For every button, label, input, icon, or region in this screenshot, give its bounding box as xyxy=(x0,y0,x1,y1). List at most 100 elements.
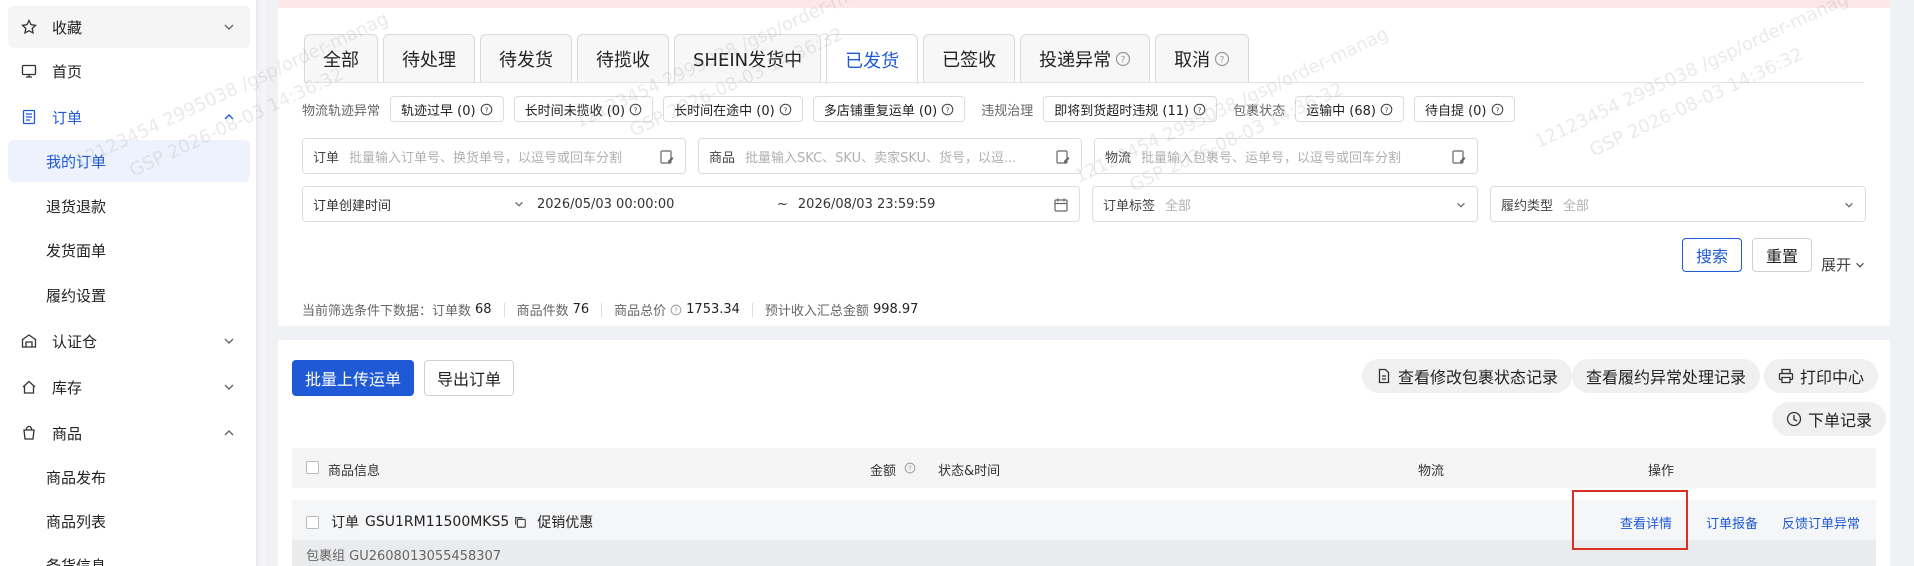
tab-label: 待处理 xyxy=(402,49,456,71)
chip-awaiting-pickup[interactable]: 待自提 (0)? xyxy=(1413,96,1515,122)
tab-cancelled[interactable]: 取消 ? xyxy=(1155,34,1250,82)
select-value: 全部 xyxy=(1165,198,1192,214)
sidebar-label: 首页 xyxy=(52,62,83,81)
select-all-checkbox[interactable] xyxy=(306,461,319,474)
date-range-picker[interactable]: 订单创建时间 2026/05/03 00:00:00 ~ 2026/08/03 … xyxy=(302,186,1080,222)
order-record-button[interactable]: 下单记录 xyxy=(1772,402,1887,436)
star-icon xyxy=(20,18,38,36)
chip-in-transit[interactable]: 运输中 (68)? xyxy=(1295,96,1404,122)
stats-orders-label: 订单数 xyxy=(432,304,472,319)
order-search-input[interactable]: 订单 批量输入订单号、换货单号，以逗号或回车分割 xyxy=(302,138,686,174)
button-label: 查看修改包裹状态记录 xyxy=(1398,368,1559,387)
sidebar-item-product-publish[interactable]: 商品发布 xyxy=(8,456,250,498)
sidebar-item-product-list[interactable]: 商品列表 xyxy=(8,500,250,542)
button-label: 重置 xyxy=(1765,247,1798,266)
select-value: 全部 xyxy=(1563,198,1590,214)
svg-text:?: ? xyxy=(946,105,950,114)
expand-filters-toggle[interactable]: 展开 xyxy=(1821,254,1866,275)
chevron-up-icon xyxy=(224,114,234,120)
tab-signed[interactable]: 已签收 xyxy=(923,34,1016,82)
sidebar-item-inventory[interactable]: 库存 xyxy=(8,366,250,408)
svg-text:?: ? xyxy=(1121,55,1126,65)
status-tabs: 全部 待处理 待发货 待揽收 SHEIN发货中 已发货 已签收 投递异常 ? 取… xyxy=(304,34,1254,84)
exception-log-button[interactable]: 查看履约异常处理记录 xyxy=(1572,359,1761,393)
help-icon: ? xyxy=(1215,51,1230,66)
batch-edit-icon[interactable] xyxy=(659,149,675,165)
violation-filter-label: 违规治理 xyxy=(981,103,1034,119)
tab-divider xyxy=(304,82,1864,83)
order-report-link[interactable]: 订单报备 xyxy=(1706,513,1758,532)
batch-upload-waybill-button[interactable]: 批量上传运单 xyxy=(292,360,414,396)
tab-label: 全部 xyxy=(323,49,359,71)
sidebar-item-my-orders[interactable]: 我的订单 xyxy=(8,140,250,182)
chevron-down-icon xyxy=(1856,262,1864,268)
date-start[interactable]: 2026/05/03 00:00:00 xyxy=(537,197,777,212)
help-icon: ? xyxy=(779,103,792,115)
sidebar-item-favorites[interactable]: 收藏 xyxy=(8,6,250,48)
tab-pending[interactable]: 待处理 xyxy=(383,34,475,82)
divider xyxy=(503,302,505,317)
sidebar-item-returns[interactable]: 退货退款 xyxy=(8,185,250,227)
sidebar-item-home[interactable]: 首页 xyxy=(8,50,250,92)
tab-label: 待发货 xyxy=(499,49,553,71)
sidebar: 收藏 首页 订单 我的订单 退货退款 发货面单 履约设置 认证仓 库存 商品 商… xyxy=(0,0,257,566)
print-center-button[interactable]: 打印中心 xyxy=(1764,359,1879,393)
copy-icon[interactable] xyxy=(513,515,527,529)
chip-long-transit[interactable]: 长时间在途中 (0)? xyxy=(663,96,803,122)
svg-text:?: ? xyxy=(783,105,787,114)
report-exception-link[interactable]: 反馈订单异常 xyxy=(1782,513,1860,532)
chip-not-picked-up[interactable]: 长时间未揽收 (0)? xyxy=(513,96,654,122)
date-end[interactable]: 2026/08/03 23:59:59 xyxy=(798,197,935,212)
tab-shein-shipping[interactable]: SHEIN发货中 xyxy=(674,34,822,82)
tab-shipped[interactable]: 已发货 xyxy=(826,34,919,84)
chevron-down-icon xyxy=(224,338,234,344)
tab-label: 已签收 xyxy=(942,49,997,71)
order-tag-select[interactable]: 订单标签 全部 xyxy=(1092,186,1478,222)
sidebar-item-products[interactable]: 商品 xyxy=(8,412,250,454)
goods-search-input[interactable]: 商品 批量输入SKC、SKU、卖家SKU、货号，以逗... xyxy=(698,138,1082,174)
date-type-select[interactable]: 订单创建时间 xyxy=(313,195,513,214)
help-icon: ? xyxy=(1491,103,1503,115)
fulfillment-type-select[interactable]: 履约类型 全部 xyxy=(1490,186,1866,222)
printer-icon xyxy=(1778,368,1794,384)
logistics-search-input[interactable]: 物流 批量输入包裹号、运单号，以逗号或回车分割 xyxy=(1094,138,1478,174)
sidebar-label: 履约设置 xyxy=(46,286,107,305)
help-icon: ? xyxy=(941,103,954,115)
input-placeholder: 批量输入包裹号、运单号，以逗号或回车分割 xyxy=(1141,150,1402,166)
search-button[interactable]: 搜索 xyxy=(1682,238,1742,272)
sidebar-label: 备货信息 xyxy=(46,556,107,566)
help-icon: ? xyxy=(1380,103,1393,115)
promo-tag: 促销优惠 xyxy=(537,515,594,531)
package-status-log-button[interactable]: 查看修改包裹状态记录 xyxy=(1362,359,1573,393)
sidebar-item-orders[interactable]: 订单 xyxy=(8,96,250,138)
main-content: 全部 待处理 待发货 待揽收 SHEIN发货中 已发货 已签收 投递异常 ? 取… xyxy=(278,0,1890,566)
help-icon: ? xyxy=(904,462,916,474)
chip-timeout-violation[interactable]: 即将到货超时违规 (11)? xyxy=(1043,96,1218,122)
row-checkbox[interactable] xyxy=(306,515,319,529)
chip-early-track[interactable]: 轨迹过早 (0)? xyxy=(390,96,504,122)
tab-delivery-exception[interactable]: 投递异常 ? xyxy=(1020,34,1151,82)
batch-edit-icon[interactable] xyxy=(1451,149,1467,165)
tab-all[interactable]: 全部 xyxy=(304,34,378,82)
sidebar-item-shipping-labels[interactable]: 发货面单 xyxy=(8,229,250,271)
tab-to-ship[interactable]: 待发货 xyxy=(480,34,572,82)
sidebar-item-stock-info[interactable]: 备货信息 xyxy=(8,544,250,566)
chip-duplicate-waybill[interactable]: 多店铺重复运单 (0)? xyxy=(812,96,966,122)
sidebar-scrollbar[interactable] xyxy=(262,0,266,566)
package-group-id: 包裹组 GU2608013055458307 xyxy=(306,549,502,564)
stats-income-value: 998.97 xyxy=(872,302,919,317)
sidebar-label: 退货退款 xyxy=(46,197,107,216)
column-header-amount: 金额 xyxy=(870,464,897,479)
batch-edit-icon[interactable] xyxy=(1055,149,1071,165)
sidebar-item-warehouse[interactable]: 认证仓 xyxy=(8,320,250,362)
table-header: 商品信息 金额 ? 状态&时间 物流 操作 xyxy=(292,448,1876,488)
button-label: 导出订单 xyxy=(436,370,501,389)
export-orders-button[interactable]: 导出订单 xyxy=(424,360,514,396)
input-label: 履约类型 xyxy=(1501,198,1554,214)
reset-button[interactable]: 重置 xyxy=(1752,238,1812,272)
tab-to-pickup[interactable]: 待揽收 xyxy=(577,34,669,82)
tab-label: 已发货 xyxy=(845,50,900,72)
sidebar-item-fulfillment-settings[interactable]: 履约设置 xyxy=(8,274,250,316)
order-header: 订单 GSU1RM11500MKS5 促销优惠 xyxy=(306,512,593,532)
tab-label: 取消 xyxy=(1174,49,1211,71)
